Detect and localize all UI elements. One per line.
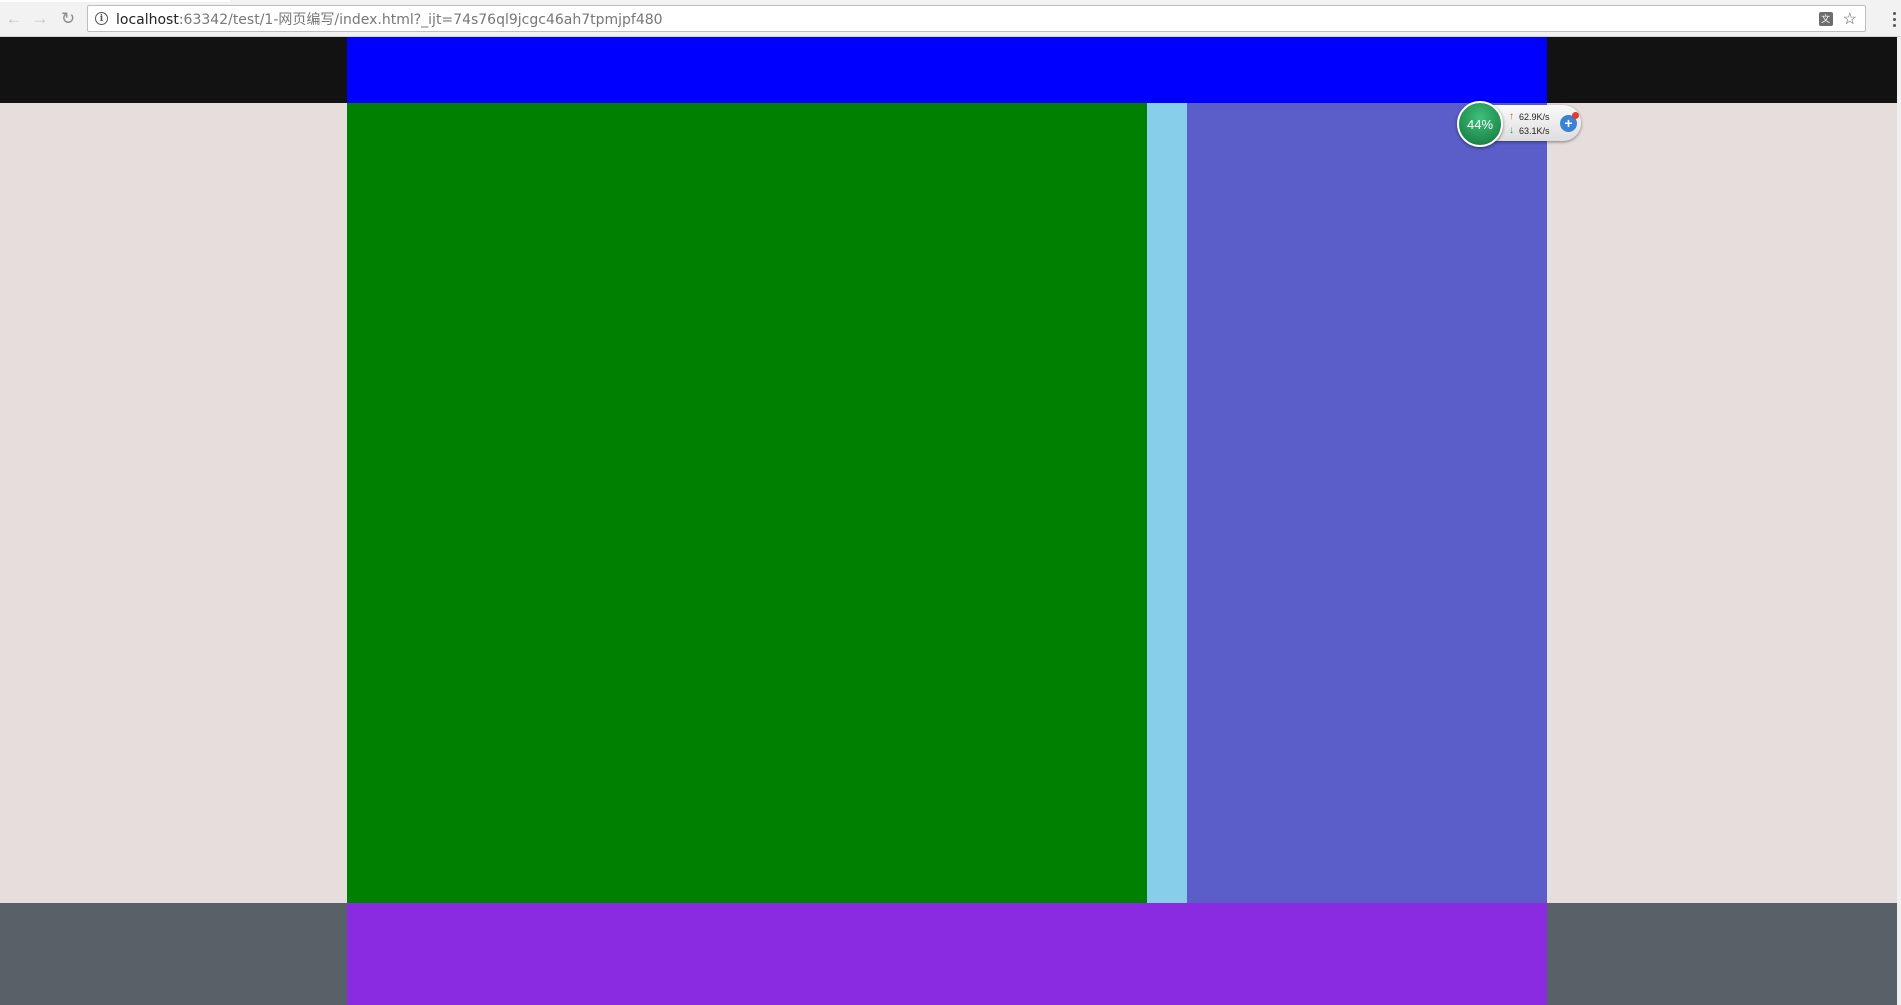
memory-usage-percent: 44% [1466, 116, 1494, 132]
download-rate: 63.1K/s [1519, 126, 1550, 136]
tab-strip [0, 0, 230, 2]
browser-toolbar: ← → ↻ i localhost:63342/test/1-网页编写/inde… [0, 0, 1901, 37]
url-host: localhost [116, 11, 179, 28]
sidebar-block [1187, 103, 1547, 903]
notification-dot [1572, 112, 1579, 119]
memory-usage-gauge[interactable]: 44% [1457, 101, 1503, 147]
footer-block [347, 903, 1547, 1005]
bookmark-star-icon[interactable]: ☆ [1843, 9, 1857, 29]
upload-arrow-icon: ↑ [1509, 111, 1514, 122]
reload-icon[interactable]: ↻ [56, 7, 80, 31]
main-content-block [347, 103, 1147, 903]
page-viewport: 44% ↑ 62.9K/s ↓ 63.1K/s + [0, 37, 1901, 1005]
network-monitor-widget[interactable]: 44% ↑ 62.9K/s ↓ 63.1K/s + [1457, 101, 1583, 147]
upload-rate: 62.9K/s [1519, 112, 1550, 122]
url-text[interactable]: localhost:63342/test/1-网页编写/index.html?_… [116, 9, 663, 29]
network-rates: ↑ 62.9K/s ↓ 63.1K/s [1509, 110, 1550, 138]
download-arrow-icon: ↓ [1509, 125, 1514, 136]
header-block [347, 37, 1547, 103]
gap-block [1147, 103, 1187, 903]
forward-arrow-icon[interactable]: → [28, 7, 52, 31]
address-bar[interactable]: i localhost:63342/test/1-网页编写/index.html… [87, 5, 1866, 32]
url-path: :63342/test/1-网页编写/index.html?_ijt=74s76… [178, 11, 663, 28]
browser-menu-icon[interactable] [1889, 7, 1899, 31]
translate-icon[interactable]: 文 [1818, 11, 1833, 26]
info-icon[interactable]: i [95, 12, 108, 25]
page-scrollbar[interactable] [1897, 37, 1901, 1005]
back-arrow-icon[interactable]: ← [2, 7, 26, 31]
